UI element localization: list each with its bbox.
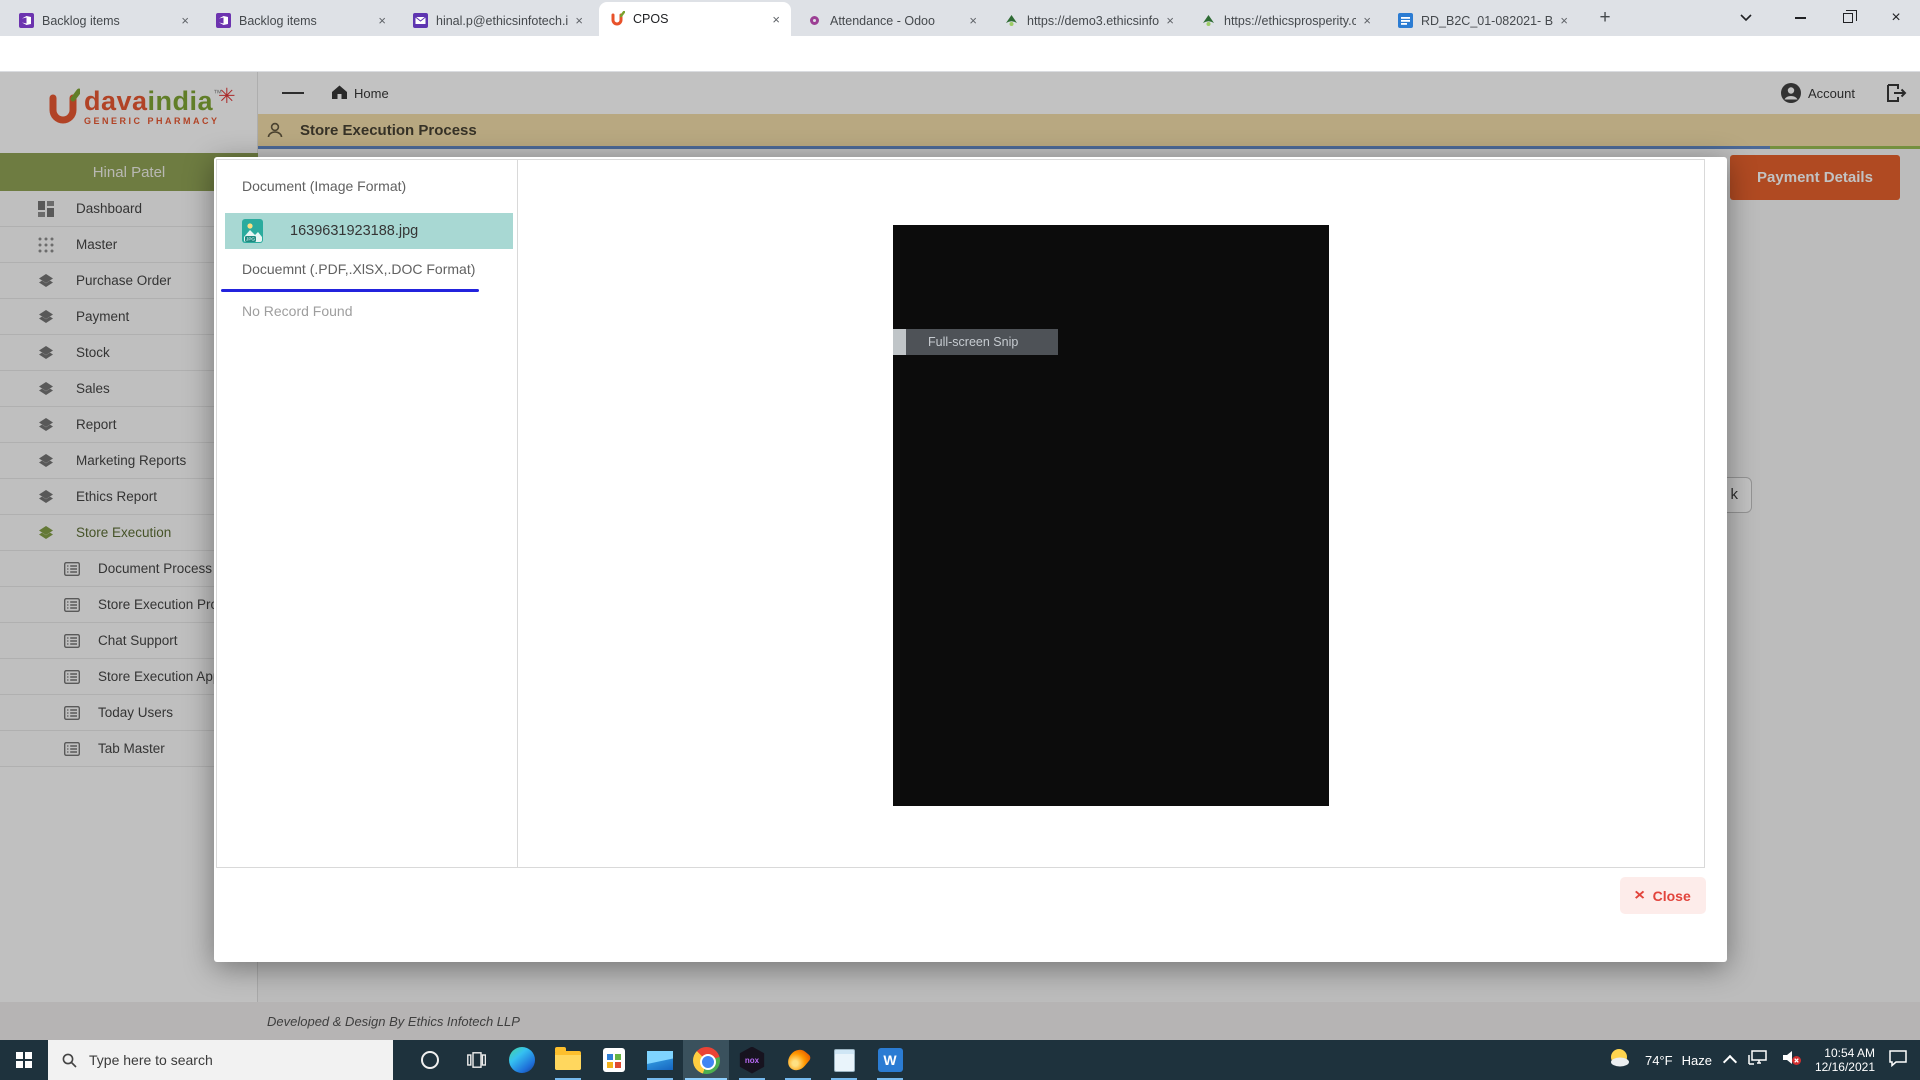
image-file-row-selected[interactable]: JPG 1639631923188.jpg <box>225 213 513 249</box>
divider <box>517 160 518 867</box>
notepad-icon[interactable] <box>821 1040 867 1080</box>
snip-tooltip-cap <box>893 329 906 355</box>
tab-title: https://ethicsprosperity.co <box>1224 14 1356 28</box>
close-label: Close <box>1653 888 1691 904</box>
start-button[interactable] <box>0 1040 48 1080</box>
search-icon <box>62 1053 77 1068</box>
tab-backlog-items-1[interactable]: Backlog items × <box>8 5 200 36</box>
close-window-button[interactable]: × <box>1872 0 1920 36</box>
close-tab-icon[interactable]: × <box>1360 13 1374 28</box>
jpg-file-icon: JPG <box>241 218 264 244</box>
system-tray: 74°F Haze 10:54 AM 12/16/2021 <box>1608 1046 1920 1074</box>
clock[interactable]: 10:54 AM 12/16/2021 <box>1815 1046 1875 1074</box>
snip-tooltip-bar: Full-screen Snip <box>893 329 1058 355</box>
image-file-name[interactable]: 1639631923188.jpg <box>290 223 418 239</box>
tab-search-chevron[interactable] <box>1722 0 1770 36</box>
tab-demo3[interactable]: https://demo3.ethicsinfote × <box>993 5 1185 36</box>
network-icon[interactable] <box>1748 1049 1768 1071</box>
close-tab-icon[interactable]: × <box>1557 13 1571 28</box>
document-image-preview[interactable]: Full-screen Snip <box>893 225 1329 806</box>
tab-attendance-odoo[interactable]: Attendance - Odoo × <box>796 5 988 36</box>
weather-desc[interactable]: Haze <box>1682 1053 1712 1068</box>
mail-app-icon[interactable] <box>637 1040 683 1080</box>
browser-toolbar: ← → ⚠ Not secure 115.124.111.238:8086 /s… <box>0 36 1920 72</box>
image-format-section-label: Document (Image Format) <box>242 178 406 194</box>
file-explorer-icon[interactable] <box>545 1040 591 1080</box>
snip-tooltip-text: Full-screen Snip <box>928 335 1018 349</box>
close-tab-icon[interactable]: × <box>572 13 586 28</box>
document-process-modal: Document (Image Format) JPG 163963192318… <box>214 157 1727 962</box>
tab-ethicsprosperity[interactable]: https://ethicsprosperity.co × <box>1190 5 1382 36</box>
tab-title: https://demo3.ethicsinfote <box>1027 14 1159 28</box>
tab-title: hinal.p@ethicsinfotech.in - <box>436 14 568 28</box>
mail-icon <box>412 13 428 29</box>
search-placeholder: Type here to search <box>89 1052 213 1068</box>
tray-time: 10:54 AM <box>1815 1046 1875 1060</box>
tab-word-doc[interactable]: RD_B2C_01-082021- B2C A × <box>1387 5 1579 36</box>
modal-content-frame: Document (Image Format) JPG 163963192318… <box>216 159 1705 868</box>
ethics-site-icon <box>1003 13 1019 29</box>
tray-chevron-icon[interactable] <box>1723 1055 1737 1069</box>
cortana-icon[interactable] <box>407 1040 453 1080</box>
close-tab-icon[interactable]: × <box>966 13 980 28</box>
close-modal-button[interactable]: × Close <box>1620 877 1706 914</box>
ethics-site-icon <box>1200 13 1216 29</box>
word-document-icon <box>1397 13 1413 29</box>
davaindia-favicon <box>609 11 625 27</box>
tray-date: 12/16/2021 <box>1815 1060 1875 1074</box>
word-icon[interactable]: W <box>867 1040 913 1080</box>
odoo-icon <box>806 13 822 29</box>
no-record-label: No Record Found <box>242 303 353 319</box>
weather-temp[interactable]: 74°F <box>1645 1053 1673 1068</box>
edge-icon[interactable] <box>499 1040 545 1080</box>
close-tab-icon[interactable]: × <box>375 13 389 28</box>
tab-cpos-active[interactable]: CPOS × <box>599 2 791 36</box>
restore-window-button[interactable] <box>1824 0 1872 36</box>
svg-text:JPG: JPG <box>246 237 255 242</box>
tab-title: Backlog items <box>239 14 371 28</box>
chrome-icon[interactable] <box>683 1040 729 1080</box>
azure-devops-icon <box>18 13 34 29</box>
azure-devops-icon <box>215 13 231 29</box>
windows-taskbar: Type here to search nox W 74°F Haze 10:5… <box>0 1040 1920 1080</box>
action-center-icon[interactable] <box>1888 1049 1908 1072</box>
flame-app-icon[interactable] <box>775 1040 821 1080</box>
weather-icon[interactable] <box>1608 1047 1632 1074</box>
doc-format-section-label: Docuemnt (.PDF,.XlSX,.DOC Format) <box>242 261 475 277</box>
close-tab-icon[interactable]: × <box>178 13 192 28</box>
tab-title: CPOS <box>633 12 765 26</box>
taskbar-search[interactable]: Type here to search <box>48 1040 393 1080</box>
close-x-icon: × <box>1635 887 1646 905</box>
minimize-window-button[interactable] <box>1776 0 1824 36</box>
tab-title: Backlog items <box>42 14 174 28</box>
screen: Backlog items × Backlog items × hinal.p@… <box>0 0 1920 1080</box>
browser-tabstrip: Backlog items × Backlog items × hinal.p@… <box>0 0 1920 36</box>
close-tab-icon[interactable]: × <box>1163 13 1177 28</box>
nox-player-icon[interactable]: nox <box>729 1040 775 1080</box>
task-view-icon[interactable] <box>453 1040 499 1080</box>
volume-muted-icon[interactable] <box>1781 1049 1802 1071</box>
tab-backlog-items-2[interactable]: Backlog items × <box>205 5 397 36</box>
close-tab-icon[interactable]: × <box>769 12 783 27</box>
tab-mail[interactable]: hinal.p@ethicsinfotech.in - × <box>402 5 594 36</box>
tab-title: Attendance - Odoo <box>830 14 962 28</box>
new-tab-button[interactable]: + <box>1592 6 1618 30</box>
tab-title: RD_B2C_01-082021- B2C A <box>1421 14 1553 28</box>
section-underline <box>221 289 479 292</box>
microsoft-store-icon[interactable] <box>591 1040 637 1080</box>
